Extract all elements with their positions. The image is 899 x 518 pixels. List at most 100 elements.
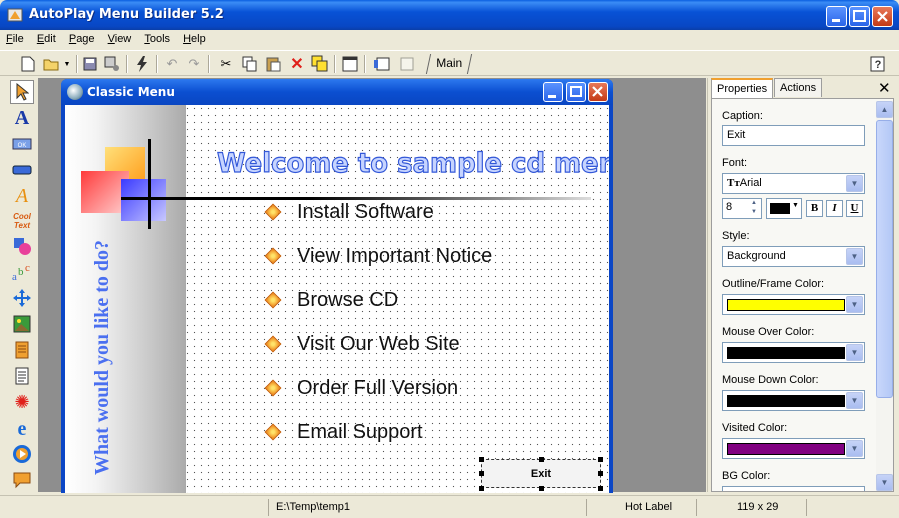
child-close-button[interactable] xyxy=(588,82,608,102)
menu-file[interactable]: File xyxy=(0,30,28,45)
bg-color-select[interactable] xyxy=(722,486,865,491)
welcome-heading[interactable]: Welcome to sample cd menu xyxy=(216,147,609,179)
new-button[interactable] xyxy=(18,54,38,74)
panel-scrollbar[interactable]: ▲ ▼ xyxy=(876,101,893,491)
resize-handle[interactable] xyxy=(479,457,484,462)
resize-handle[interactable] xyxy=(479,471,484,476)
delete-page-button[interactable] xyxy=(396,54,416,74)
chevron-down-icon[interactable]: ▼ xyxy=(846,392,863,409)
chevron-down-icon[interactable]: ▼ xyxy=(846,440,863,457)
scroll-thumb[interactable] xyxy=(876,120,893,398)
resize-handle[interactable] xyxy=(598,486,603,491)
menu-item[interactable]: Visit Our Web Site xyxy=(264,331,460,357)
resize-handle[interactable] xyxy=(598,471,603,476)
resize-handle[interactable] xyxy=(539,457,544,462)
chevron-down-icon[interactable]: ▼ xyxy=(846,344,863,361)
menu-item[interactable]: Order Full Version xyxy=(264,375,458,401)
menu-item-label: Browse CD xyxy=(297,288,399,311)
resize-handle[interactable] xyxy=(479,486,484,491)
scroll-down-icon[interactable]: ▼ xyxy=(876,474,893,491)
open-button[interactable] xyxy=(42,54,62,74)
help-button[interactable]: ? xyxy=(868,54,888,74)
text-file-tool[interactable] xyxy=(10,364,34,388)
text-tool[interactable]: A xyxy=(10,106,34,130)
new-page-button[interactable] xyxy=(372,54,392,74)
flash-icon: ✺ xyxy=(14,391,30,412)
redo-button[interactable]: ↷ xyxy=(184,54,204,74)
maximize-button[interactable] xyxy=(849,6,870,27)
paste-button[interactable] xyxy=(263,54,283,74)
resize-handle[interactable] xyxy=(539,486,544,491)
menu-canvas[interactable]: Welcome to sample cd menu What would you… xyxy=(65,105,609,493)
cut-button[interactable]: ✂ xyxy=(216,54,236,74)
tab-actions[interactable]: Actions xyxy=(774,78,823,97)
toolbar-separator xyxy=(334,55,336,73)
menu-view[interactable]: View xyxy=(102,30,136,45)
save-button[interactable] xyxy=(80,54,100,74)
toolbar-separator xyxy=(208,55,210,73)
menu-item[interactable]: Browse CD xyxy=(264,287,399,313)
font-select[interactable]: TтArial ▼ xyxy=(722,173,865,194)
image-tool[interactable] xyxy=(10,312,34,336)
child-minimize-button[interactable] xyxy=(543,82,563,102)
move-tool[interactable] xyxy=(10,286,34,310)
outline-color-select[interactable]: ▼ xyxy=(722,294,865,315)
shapes-tool[interactable] xyxy=(10,234,34,258)
font-color-picker[interactable]: ▼ xyxy=(766,198,802,219)
style-select[interactable]: Background ▼ xyxy=(722,246,865,267)
button-tool[interactable]: OK xyxy=(10,132,34,156)
minimize-button[interactable] xyxy=(826,6,847,27)
resize-handle[interactable] xyxy=(598,457,603,462)
caption-input[interactable]: Exit xyxy=(722,125,865,146)
mouse-over-color-select[interactable]: ▼ xyxy=(722,342,865,363)
menu-item[interactable]: Email Support xyxy=(264,419,423,445)
diamond-bullet-icon xyxy=(264,203,282,221)
menu-item[interactable]: Install Software xyxy=(264,199,434,225)
delete-button[interactable]: ✕ xyxy=(287,54,307,74)
abc-tool[interactable]: abc xyxy=(10,260,34,284)
tooltip-tool[interactable] xyxy=(10,468,34,492)
underline-button[interactable]: U xyxy=(846,200,863,217)
media-tool[interactable] xyxy=(10,442,34,466)
tab-properties[interactable]: Properties xyxy=(711,78,774,98)
group-button[interactable] xyxy=(310,54,330,74)
visited-color-select[interactable]: ▼ xyxy=(722,438,865,459)
scroll-up-icon[interactable]: ▲ xyxy=(876,101,893,118)
menu-tools[interactable]: Tools xyxy=(138,30,174,45)
preview-button[interactable] xyxy=(340,54,360,74)
open-dropdown[interactable]: ▼ xyxy=(62,54,72,74)
toolbar-separator xyxy=(156,55,158,73)
flash-tool[interactable]: ✺ xyxy=(10,390,34,414)
panel-close-button[interactable]: ✕ xyxy=(878,79,891,97)
chevron-down-icon[interactable]: ▼ xyxy=(846,175,863,192)
undo-icon: ↶ xyxy=(166,56,178,71)
menu-item-label: Email Support xyxy=(297,420,423,443)
bold-button[interactable]: B xyxy=(806,200,823,217)
menu-help[interactable]: Help xyxy=(177,30,210,45)
copy-button[interactable] xyxy=(240,54,260,74)
browser-tool[interactable]: e xyxy=(10,416,34,440)
exit-label-selected[interactable]: Exit xyxy=(481,459,601,488)
cool-text-tool[interactable]: Cool Text xyxy=(10,208,34,232)
child-maximize-button[interactable] xyxy=(566,82,586,102)
chevron-down-icon[interactable]: ▼ xyxy=(846,248,863,265)
menu-page[interactable]: Page xyxy=(63,30,99,45)
preview-window-icon xyxy=(342,56,358,72)
close-button[interactable] xyxy=(872,6,893,27)
select-tool[interactable] xyxy=(10,80,34,104)
italic-button[interactable]: I xyxy=(826,200,843,217)
undo-button[interactable]: ↶ xyxy=(162,54,182,74)
truetype-icon: Tт xyxy=(727,177,740,189)
fancy-text-tool[interactable]: A xyxy=(10,184,34,208)
mouse-down-color-select[interactable]: ▼ xyxy=(722,390,865,411)
menu-item[interactable]: View Important Notice xyxy=(264,243,492,269)
document-tool[interactable] xyxy=(10,338,34,362)
font-size-spinner[interactable]: ▲ ▼ xyxy=(748,199,760,218)
side-question-text[interactable]: What would you like to do? xyxy=(91,240,114,475)
menu-edit[interactable]: Edit xyxy=(31,30,60,45)
bar-tool[interactable] xyxy=(10,158,34,182)
run-button[interactable] xyxy=(132,54,152,74)
tab-main[interactable]: Main xyxy=(425,54,473,74)
publish-button[interactable] xyxy=(102,54,122,74)
chevron-down-icon[interactable]: ▼ xyxy=(846,296,863,313)
